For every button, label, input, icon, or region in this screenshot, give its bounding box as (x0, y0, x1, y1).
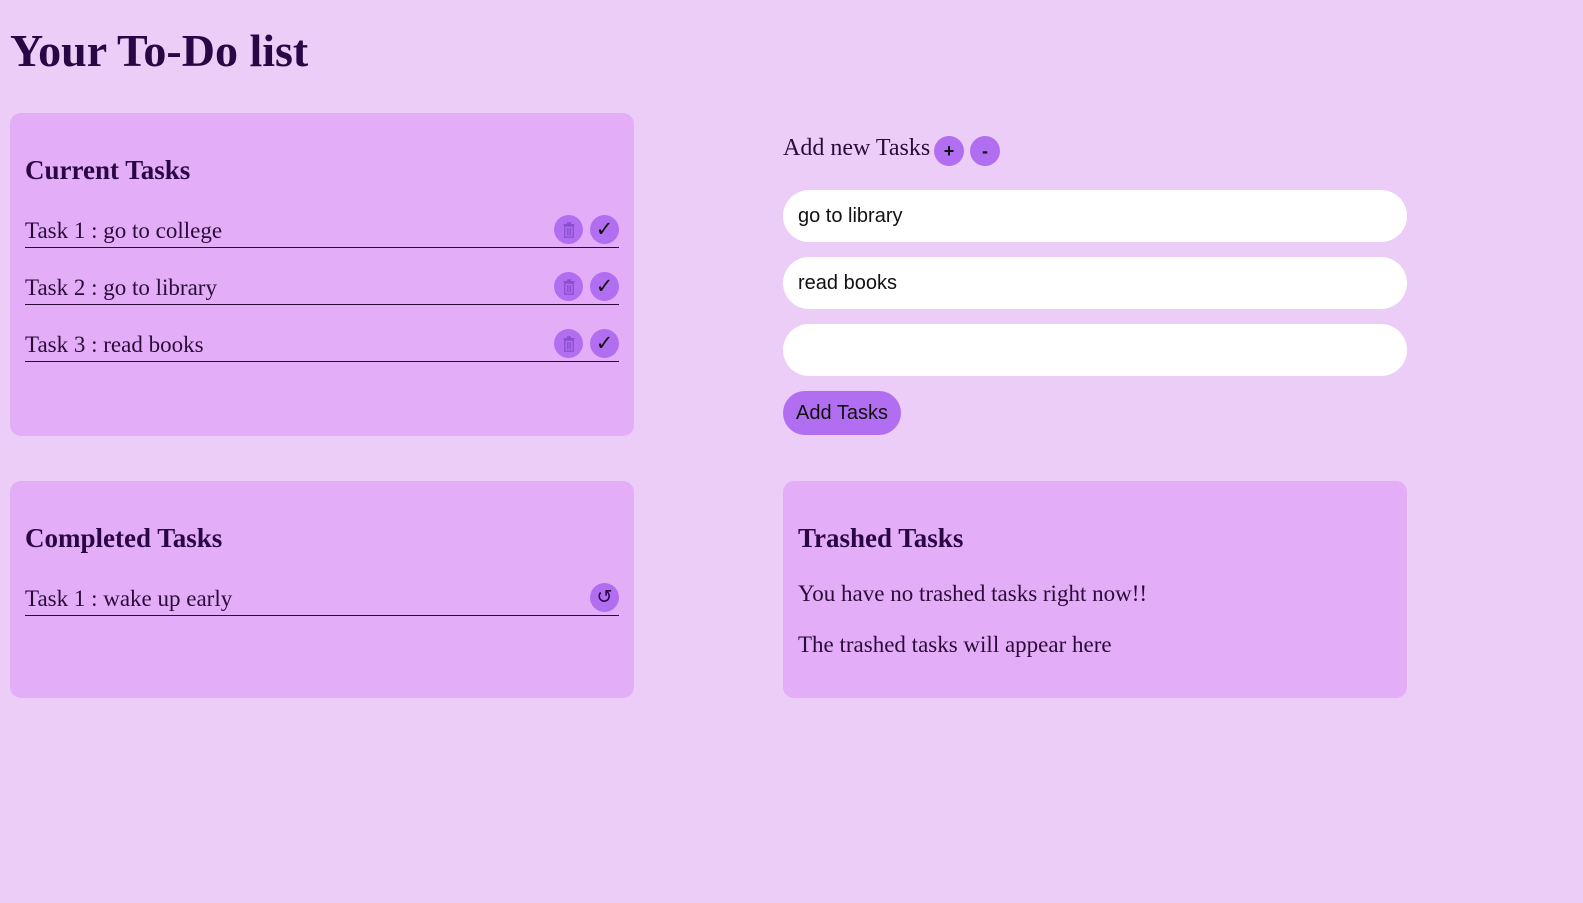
remove-input-button[interactable]: - (970, 136, 1000, 166)
completed-task-row: Task 1 : wake up early ↺ (25, 582, 619, 616)
new-task-input[interactable] (783, 324, 1407, 376)
current-task-row: Task 2 : go to library ✓ (25, 271, 619, 305)
complete-task-button[interactable]: ✓ (590, 272, 619, 301)
add-new-tasks-label: Add new Tasks (783, 135, 931, 161)
check-icon: ✓ (595, 274, 614, 298)
new-task-input[interactable] (783, 257, 1407, 309)
trash-hint-message: The trashed tasks will appear here (798, 632, 1112, 657)
complete-task-button[interactable]: ✓ (590, 329, 619, 358)
add-input-button[interactable]: + (934, 136, 964, 166)
trash-icon (563, 221, 574, 238)
task-label: Task 2 : go to library (25, 275, 217, 300)
trash-icon (563, 278, 574, 295)
check-icon: ✓ (595, 331, 614, 355)
task-label: Task 1 : go to college (25, 218, 223, 243)
add-tasks-button[interactable]: Add Tasks (783, 391, 901, 435)
page-title: Your To-Do list (10, 25, 309, 76)
complete-task-button[interactable]: ✓ (590, 215, 619, 244)
restore-task-button[interactable]: ↺ (590, 583, 619, 612)
delete-task-button[interactable] (554, 215, 583, 244)
trashed-tasks-heading: Trashed Tasks (798, 523, 964, 553)
current-task-row: Task 3 : read books ✓ (25, 328, 619, 362)
task-label: Task 1 : wake up early (25, 586, 233, 611)
current-tasks-heading: Current Tasks (25, 155, 191, 185)
undo-icon: ↺ (596, 586, 613, 608)
check-icon: ✓ (595, 217, 614, 241)
completed-tasks-card: Completed Tasks Task 1 : wake up early ↺ (10, 481, 634, 698)
trash-icon (563, 335, 574, 352)
current-tasks-card: Current Tasks Task 1 : go to college ✓ T… (10, 113, 634, 436)
empty-trash-message: You have no trashed tasks right now!! (798, 581, 1148, 606)
delete-task-button[interactable] (554, 329, 583, 358)
new-task-input[interactable] (783, 190, 1407, 242)
task-label: Task 3 : read books (25, 332, 204, 357)
delete-task-button[interactable] (554, 272, 583, 301)
completed-tasks-heading: Completed Tasks (25, 523, 223, 553)
trashed-tasks-card: Trashed Tasks You have no trashed tasks … (783, 481, 1407, 698)
current-task-row: Task 1 : go to college ✓ (25, 214, 619, 248)
